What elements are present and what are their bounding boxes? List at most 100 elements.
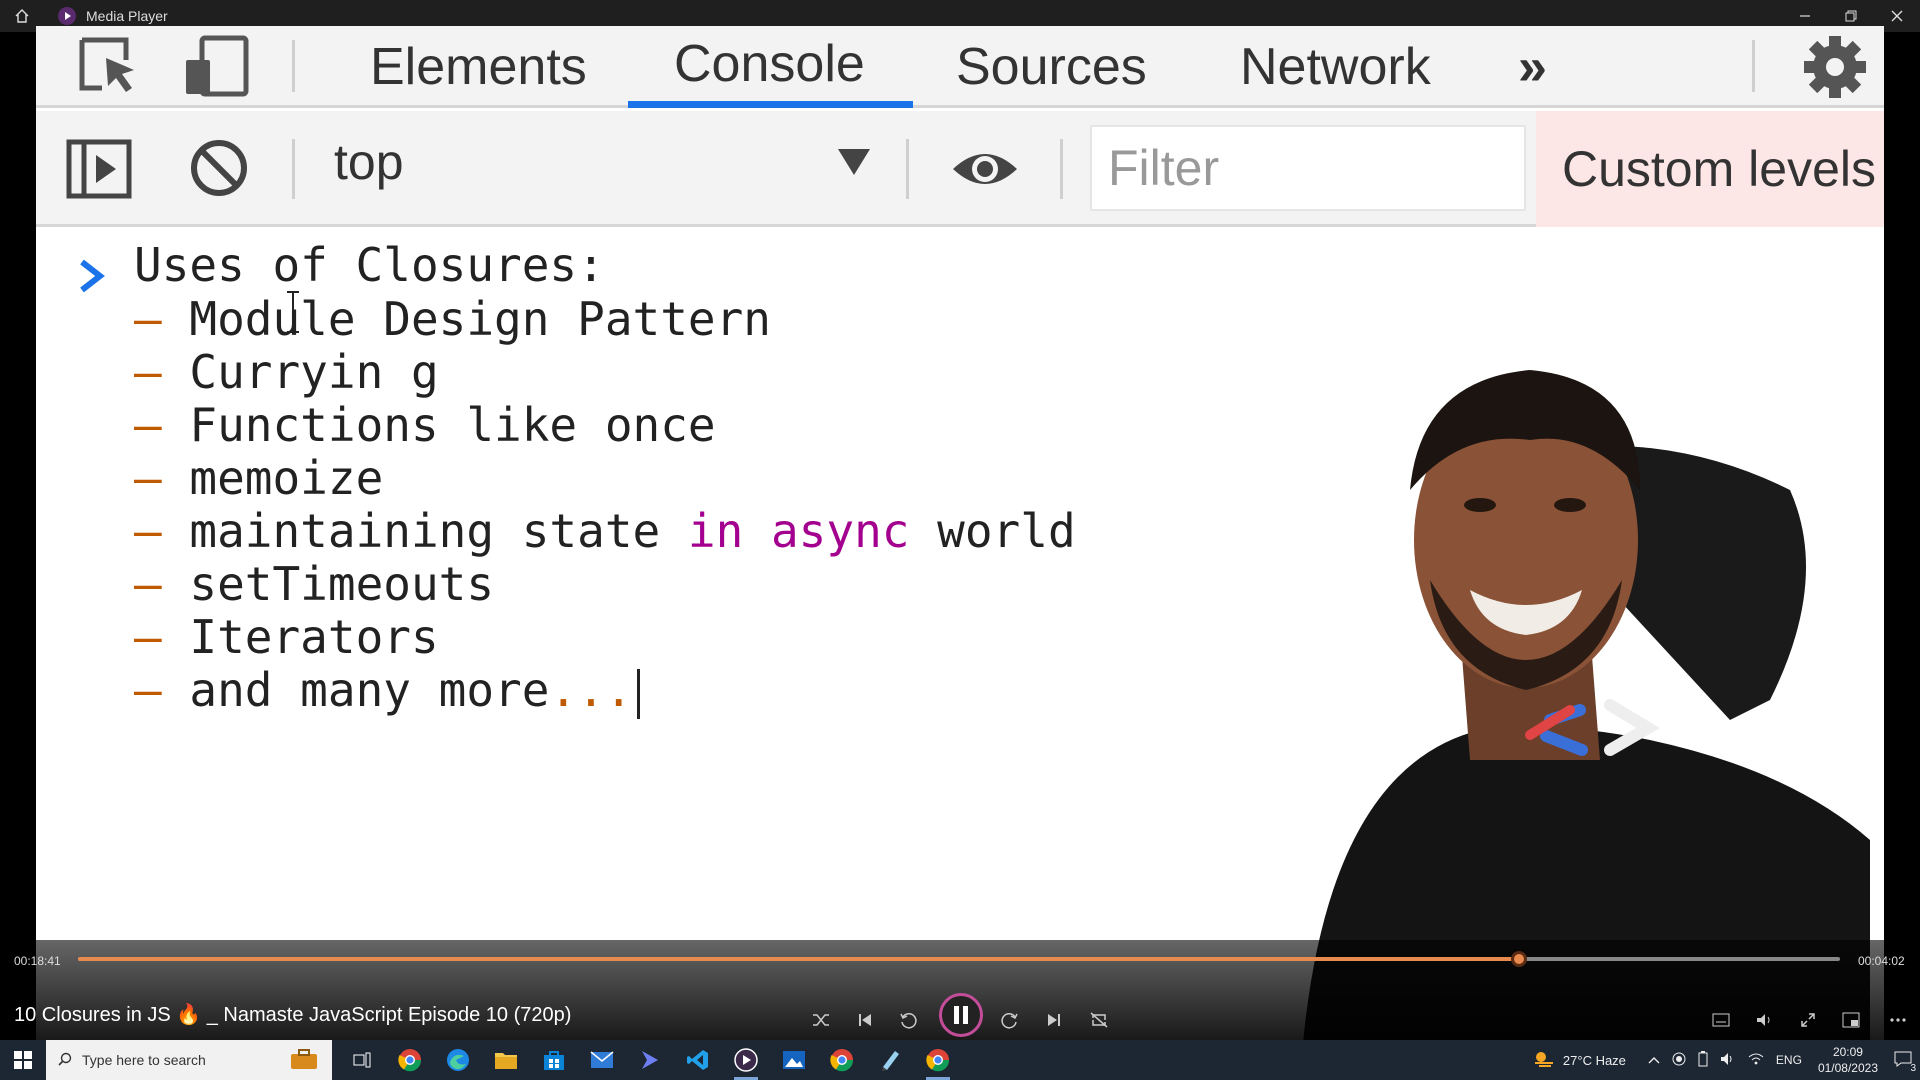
more-options-icon[interactable] bbox=[1884, 1006, 1912, 1034]
mini-player-icon[interactable] bbox=[1837, 1006, 1865, 1034]
haze-weather-icon bbox=[1533, 1050, 1555, 1071]
notifications-icon[interactable]: 3 bbox=[1894, 1051, 1916, 1074]
chrome-active-icon[interactable] bbox=[914, 1040, 962, 1080]
pause-icon bbox=[954, 1006, 959, 1024]
power-automate-icon[interactable] bbox=[626, 1040, 674, 1080]
clock[interactable]: 20:09 01/08/2023 bbox=[1818, 1044, 1878, 1076]
battery-icon[interactable] bbox=[1698, 1050, 1708, 1070]
media-player-icon bbox=[58, 7, 76, 25]
seek-bar-thumb[interactable] bbox=[1511, 951, 1528, 967]
divider bbox=[292, 40, 295, 92]
live-expression-eye-icon[interactable] bbox=[950, 147, 1020, 196]
chrome-icon[interactable] bbox=[386, 1040, 434, 1080]
console-toolbar: top Filter Custom levels bbox=[36, 111, 1884, 227]
text-cursor bbox=[636, 668, 640, 719]
pause-icon bbox=[963, 1006, 968, 1024]
list-item-text: Module Design Pattern bbox=[189, 292, 771, 346]
search-placeholder: Type here to search bbox=[82, 1052, 206, 1068]
list-item-text: Functions like once bbox=[189, 398, 716, 452]
window-title: Media Player bbox=[86, 8, 168, 24]
list-item: – Functions like once bbox=[134, 398, 716, 452]
mail-icon[interactable] bbox=[578, 1040, 626, 1080]
divider bbox=[1060, 139, 1063, 199]
console-heading: Uses of Closures: bbox=[134, 238, 605, 292]
bullet-dash: – bbox=[134, 663, 162, 717]
divider bbox=[292, 139, 295, 199]
chevron-down-icon[interactable] bbox=[838, 149, 870, 175]
context-selector[interactable]: top bbox=[334, 133, 404, 191]
list-item-text: setTimeouts bbox=[189, 557, 495, 611]
skip-forward-30-icon[interactable] bbox=[996, 1006, 1024, 1034]
prompt-chevron-icon bbox=[76, 256, 106, 301]
divider bbox=[1752, 40, 1755, 92]
file-explorer-icon[interactable] bbox=[482, 1040, 530, 1080]
clear-console-icon[interactable] bbox=[188, 137, 250, 204]
taskbar-search-box[interactable]: Type here to search bbox=[46, 1040, 332, 1080]
record-icon[interactable] bbox=[1672, 1052, 1686, 1069]
tab-console[interactable]: Console bbox=[628, 26, 913, 108]
list-item: – Curryin g bbox=[134, 345, 439, 399]
list-item: – Iterators bbox=[134, 610, 439, 664]
skip-back-10-icon[interactable] bbox=[894, 1006, 922, 1034]
seek-bar-progress bbox=[78, 957, 1520, 961]
previous-icon[interactable] bbox=[851, 1006, 879, 1034]
device-toggle-icon[interactable] bbox=[182, 34, 252, 105]
vscode-icon[interactable] bbox=[674, 1040, 722, 1080]
bullet-dash: – bbox=[134, 504, 162, 558]
seek-bar[interactable] bbox=[78, 951, 1840, 967]
list-item-text: Iterators bbox=[189, 610, 439, 664]
bullet-dash: – bbox=[134, 398, 162, 452]
notepad-icon[interactable] bbox=[866, 1040, 914, 1080]
list-item-text: Curryin g bbox=[189, 345, 439, 399]
clock-time: 20:09 bbox=[1832, 1045, 1863, 1059]
bullet-dash: – bbox=[134, 345, 162, 399]
mouse-i-beam-cursor-icon bbox=[284, 290, 302, 339]
filter-input[interactable]: Filter bbox=[1090, 125, 1526, 211]
bullet-dash: – bbox=[134, 451, 162, 505]
clock-date: 01/08/2023 bbox=[1817, 1061, 1878, 1075]
taskbar: Type here to search 27°C Haze ENG 20:09 … bbox=[0, 1040, 1920, 1080]
settings-gear-icon[interactable] bbox=[1798, 30, 1872, 109]
notification-count: 3 bbox=[1910, 1062, 1916, 1074]
pause-button[interactable] bbox=[939, 993, 983, 1037]
chevron-up-icon[interactable] bbox=[1648, 1053, 1660, 1067]
log-levels-dropdown[interactable]: Custom levels bbox=[1536, 111, 1884, 227]
language-indicator[interactable]: ENG bbox=[1776, 1053, 1802, 1067]
chrome-profile-icon[interactable] bbox=[818, 1040, 866, 1080]
bullet-dash: – bbox=[134, 557, 162, 611]
list-item: – Module Design Pattern bbox=[134, 292, 771, 346]
speaker-icon[interactable] bbox=[1720, 1052, 1736, 1069]
weather-text: 27°C Haze bbox=[1562, 1052, 1626, 1068]
microsoft-store-icon[interactable] bbox=[530, 1040, 578, 1080]
repeat-icon[interactable] bbox=[1085, 1006, 1113, 1034]
briefcase-icon bbox=[290, 1048, 318, 1073]
captions-icon[interactable] bbox=[1707, 1006, 1735, 1034]
list-item-text: and many more bbox=[189, 663, 550, 717]
search-icon bbox=[58, 1052, 72, 1069]
volume-icon[interactable] bbox=[1750, 1006, 1778, 1034]
more-tabs-button[interactable]: » bbox=[1518, 26, 1547, 108]
media-player-taskbar-icon[interactable] bbox=[722, 1040, 770, 1080]
remaining-time: 00:04:02 bbox=[1858, 954, 1905, 968]
show-sidebar-icon[interactable] bbox=[66, 139, 132, 204]
bullet-dash: – bbox=[134, 292, 162, 346]
list-item-text: maintaining state bbox=[189, 504, 688, 558]
windows-start-icon[interactable] bbox=[0, 1040, 46, 1080]
tab-elements[interactable]: Elements bbox=[370, 26, 587, 108]
photos-icon[interactable] bbox=[770, 1040, 818, 1080]
wifi-icon[interactable] bbox=[1748, 1053, 1764, 1068]
fullscreen-icon[interactable] bbox=[1794, 1006, 1822, 1034]
tab-network[interactable]: Network bbox=[1240, 26, 1431, 108]
list-item: – maintaining state in async world bbox=[134, 504, 1076, 558]
edge-icon[interactable] bbox=[434, 1040, 482, 1080]
task-view-icon[interactable] bbox=[338, 1040, 386, 1080]
shuffle-icon[interactable] bbox=[807, 1006, 835, 1034]
next-icon[interactable] bbox=[1040, 1006, 1068, 1034]
inspect-element-icon[interactable] bbox=[76, 34, 142, 105]
elapsed-time: 00:18:41 bbox=[14, 954, 61, 968]
weather-widget[interactable]: 27°C Haze bbox=[1533, 1050, 1626, 1071]
keyword-text: in async bbox=[687, 504, 910, 558]
tab-sources[interactable]: Sources bbox=[956, 26, 1147, 108]
list-item-text: world bbox=[909, 504, 1076, 558]
list-item: – and many more... bbox=[134, 663, 640, 719]
